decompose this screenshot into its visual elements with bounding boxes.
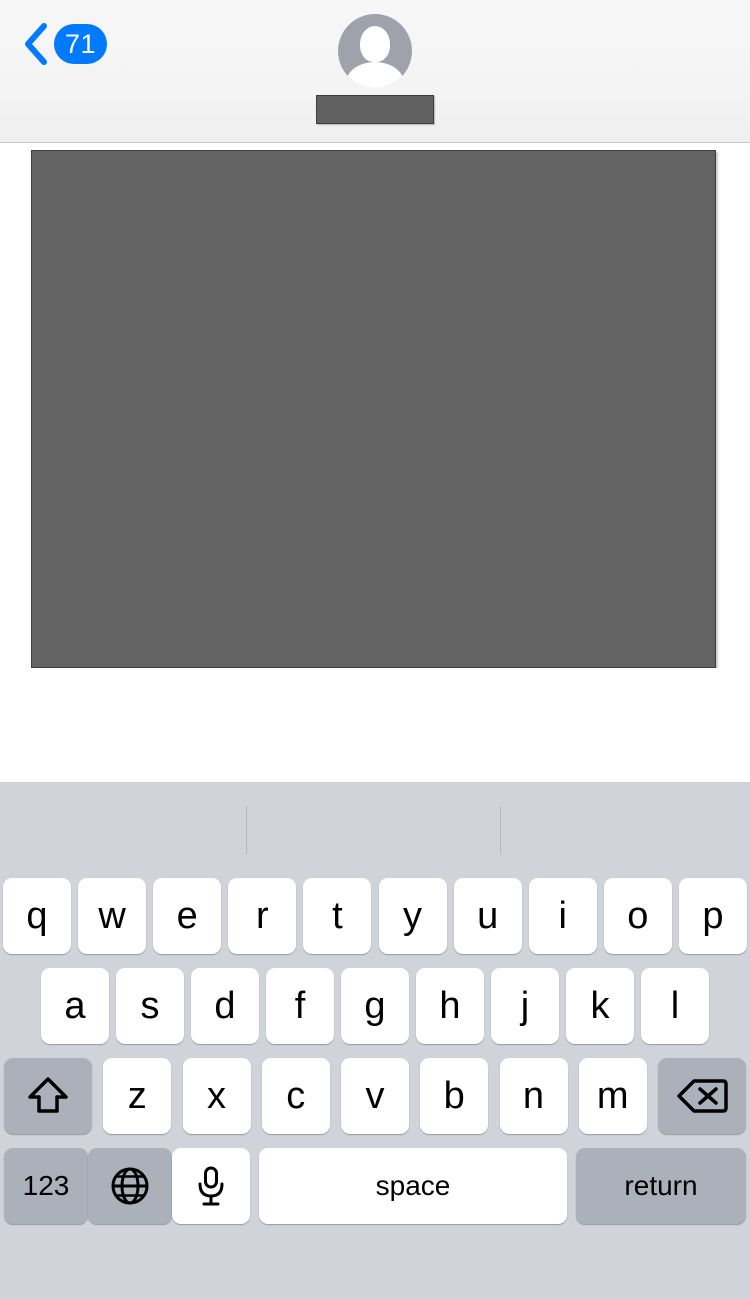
key-z[interactable]: z bbox=[103, 1058, 172, 1134]
person-avatar-icon bbox=[338, 14, 412, 88]
navigation-bar: 71 bbox=[0, 0, 750, 143]
message-input-bar: Sent from my iPhone bbox=[0, 668, 750, 782]
on-screen-keyboard: q w e r t y u i o p a s d f g h j k l z … bbox=[0, 782, 750, 1299]
key-b[interactable]: b bbox=[420, 1058, 489, 1134]
globe-key[interactable] bbox=[88, 1148, 172, 1224]
key-n[interactable]: n bbox=[499, 1058, 568, 1134]
contact-header[interactable] bbox=[316, 14, 434, 124]
predictive-text-bar bbox=[0, 782, 750, 878]
numbers-key[interactable]: 123 bbox=[4, 1148, 88, 1224]
key-h[interactable]: h bbox=[416, 968, 484, 1044]
globe-icon bbox=[109, 1165, 151, 1207]
chevron-left-icon bbox=[22, 21, 50, 67]
key-k[interactable]: k bbox=[566, 968, 634, 1044]
microphone-icon bbox=[194, 1164, 228, 1208]
prediction-slot-3[interactable] bbox=[501, 802, 750, 858]
key-l[interactable]: l bbox=[641, 968, 709, 1044]
key-j[interactable]: j bbox=[491, 968, 559, 1044]
backspace-key[interactable] bbox=[658, 1058, 746, 1134]
keyboard-row-3: z x c v b n m bbox=[0, 1058, 750, 1134]
dictation-key[interactable] bbox=[172, 1148, 250, 1224]
key-x[interactable]: x bbox=[182, 1058, 251, 1134]
key-r[interactable]: r bbox=[228, 878, 297, 954]
prediction-slot-1[interactable] bbox=[0, 802, 246, 858]
key-f[interactable]: f bbox=[266, 968, 334, 1044]
key-y[interactable]: y bbox=[378, 878, 447, 954]
contact-name-redaction bbox=[316, 95, 434, 124]
key-m[interactable]: m bbox=[578, 1058, 647, 1134]
messages-compose-screen: 71 Sent from my iPhone bbox=[0, 0, 750, 1299]
back-button[interactable]: 71 bbox=[22, 21, 108, 67]
avatar-head-shape bbox=[360, 26, 390, 62]
shift-arrow-icon bbox=[27, 1074, 69, 1118]
return-key[interactable]: return bbox=[576, 1148, 746, 1224]
key-o[interactable]: o bbox=[603, 878, 672, 954]
key-a[interactable]: a bbox=[41, 968, 109, 1044]
key-g[interactable]: g bbox=[341, 968, 409, 1044]
unread-count-label: 71 bbox=[65, 28, 97, 59]
key-e[interactable]: e bbox=[153, 878, 222, 954]
attachment-image-redaction[interactable] bbox=[31, 150, 716, 668]
key-s[interactable]: s bbox=[116, 968, 184, 1044]
key-u[interactable]: u bbox=[453, 878, 522, 954]
space-key[interactable]: space bbox=[259, 1148, 567, 1224]
key-d[interactable]: d bbox=[191, 968, 259, 1044]
key-t[interactable]: t bbox=[303, 878, 372, 954]
key-q[interactable]: q bbox=[3, 878, 71, 954]
avatar-body-shape bbox=[346, 62, 404, 88]
prediction-slot-2[interactable] bbox=[247, 802, 500, 858]
shift-key[interactable] bbox=[4, 1058, 92, 1134]
backspace-delete-icon bbox=[676, 1077, 728, 1115]
key-w[interactable]: w bbox=[78, 878, 147, 954]
keyboard-row-4: 123 space return bbox=[0, 1148, 750, 1224]
key-v[interactable]: v bbox=[341, 1058, 409, 1134]
keyboard-row-1: q w e r t y u i o p bbox=[0, 878, 750, 954]
key-c[interactable]: c bbox=[261, 1058, 330, 1134]
unread-count-badge: 71 bbox=[54, 24, 108, 64]
key-i[interactable]: i bbox=[528, 878, 597, 954]
key-p[interactable]: p bbox=[678, 878, 747, 954]
keyboard-row-2: a s d f g h j k l bbox=[0, 968, 750, 1044]
